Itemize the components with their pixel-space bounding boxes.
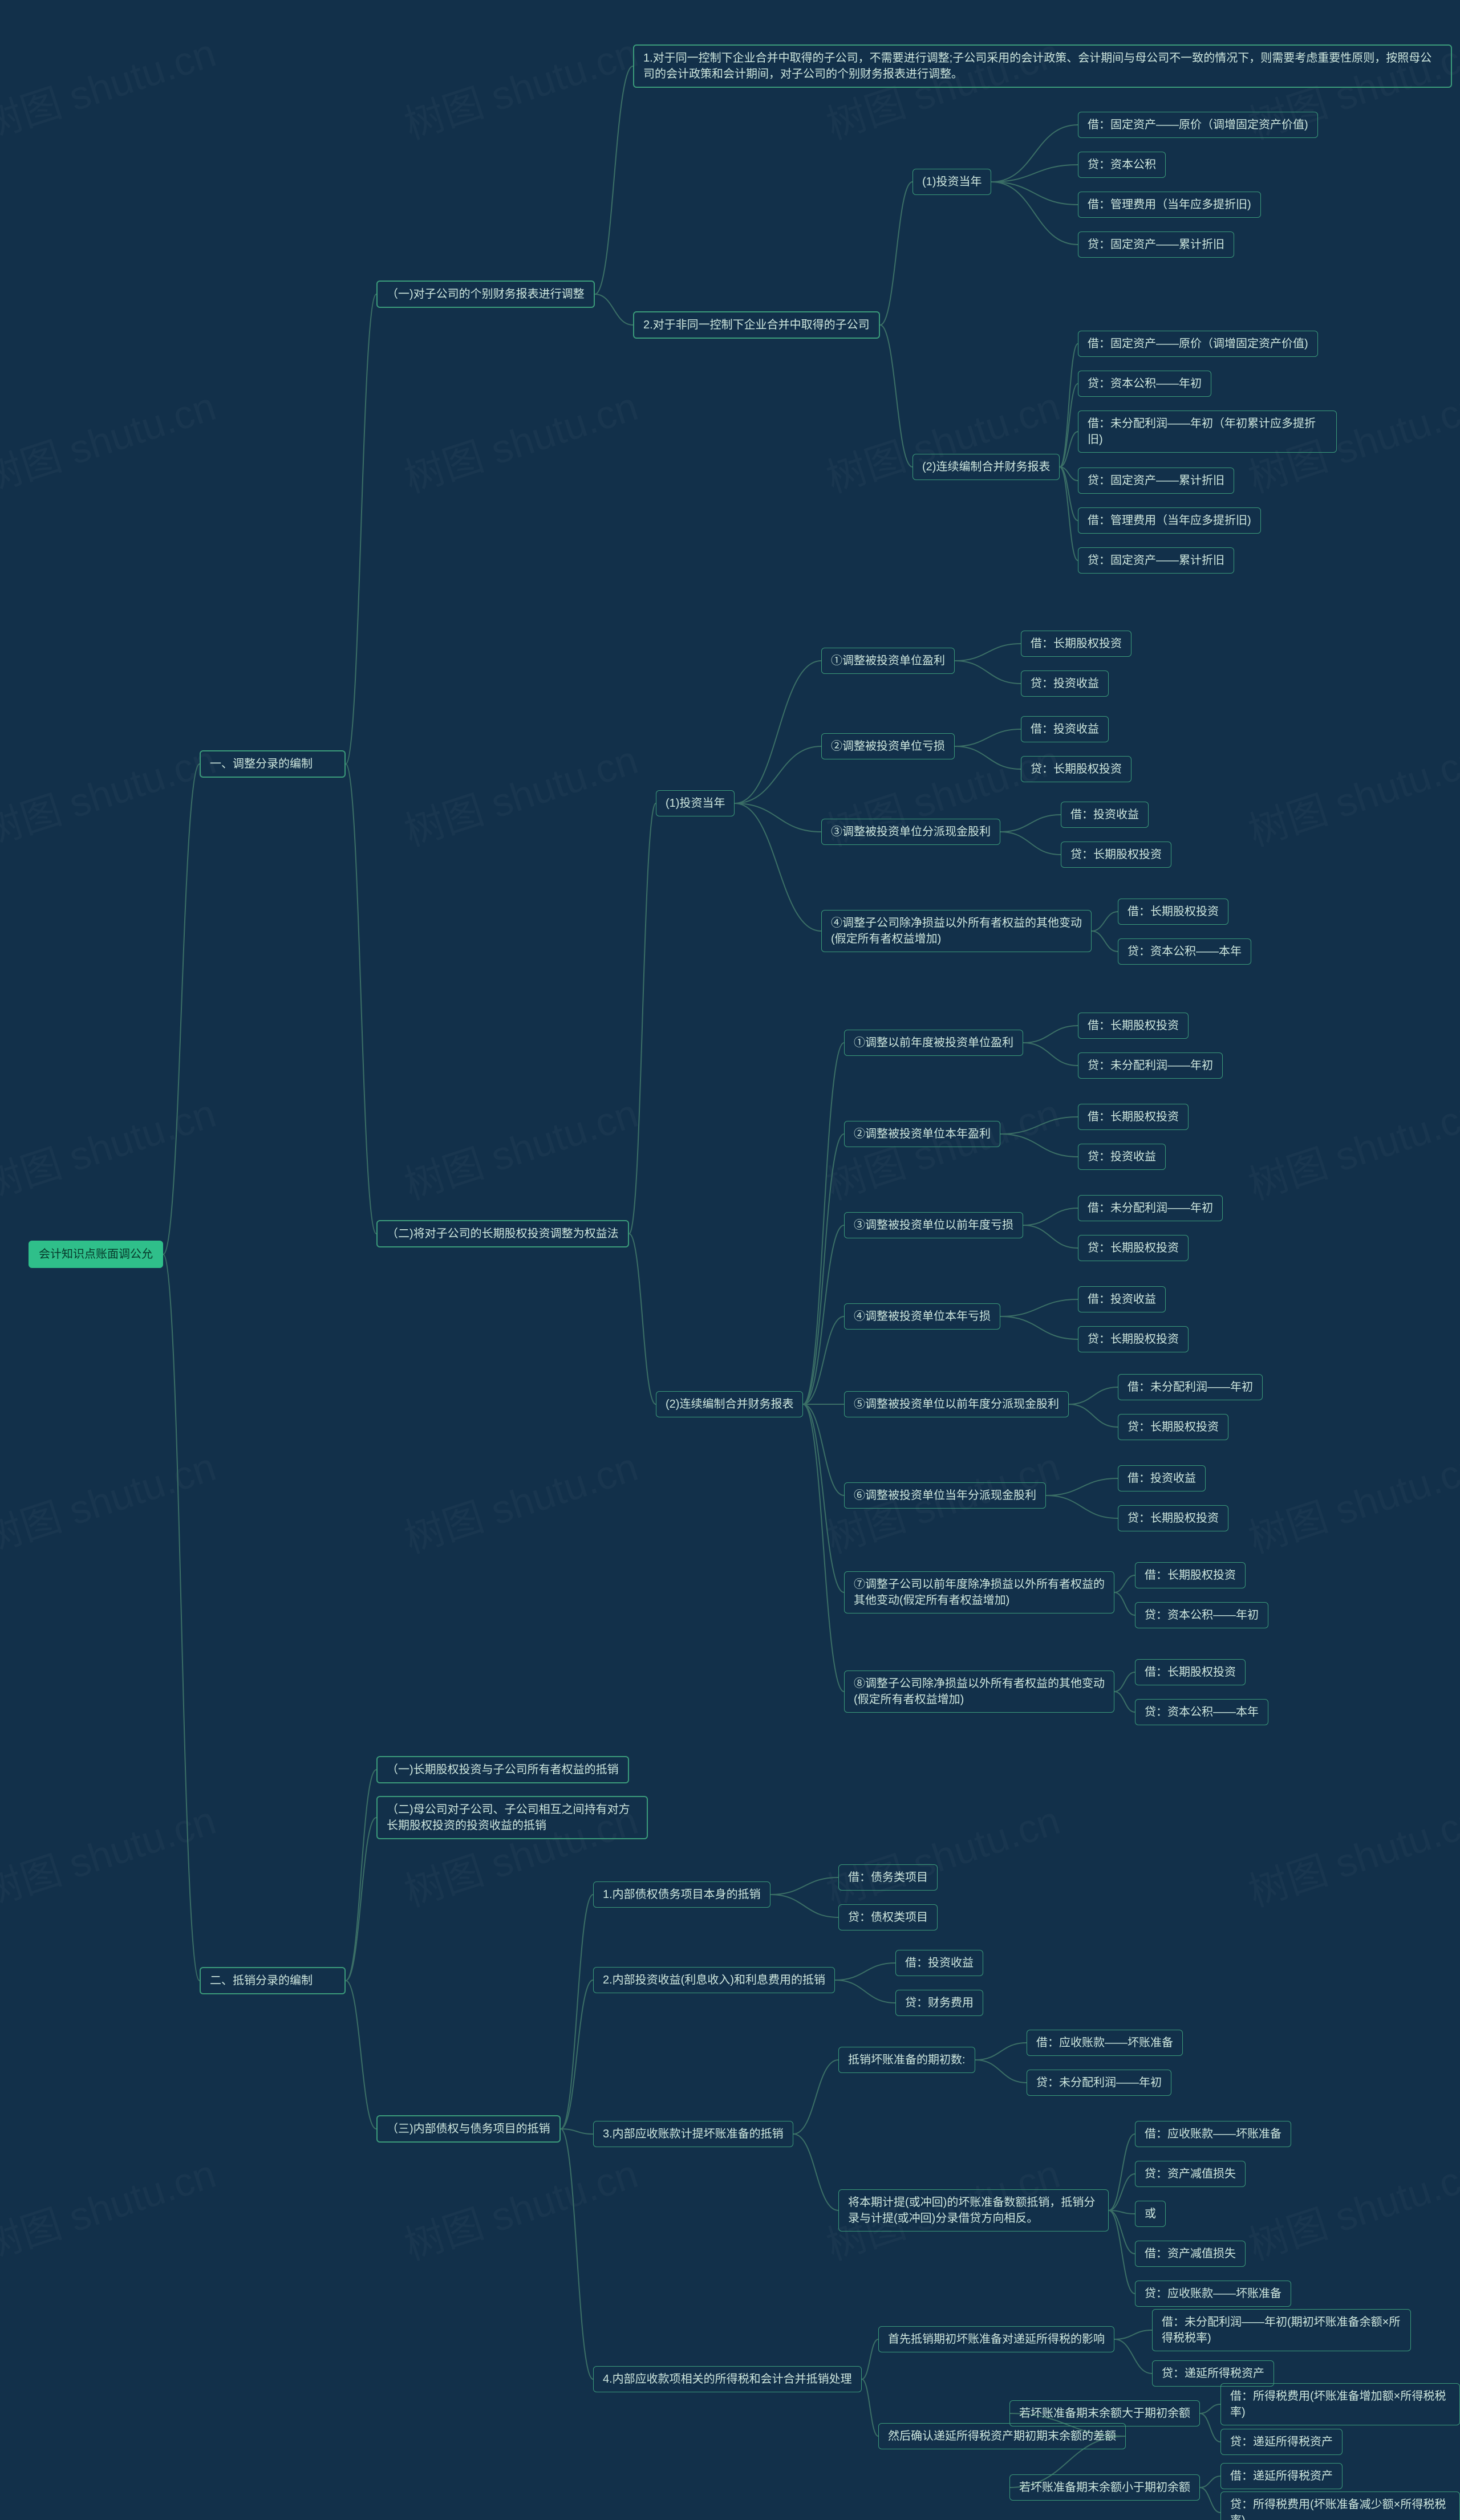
s1-a1-label: 1.对于同一控制下企业合并中取得的子公司，不需要进行调整;子公司采用的会计政策、…	[643, 52, 1431, 80]
s1-a1: 1.对于同一控制下企业合并中取得的子公司，不需要进行调整;子公司采用的会计政策、…	[633, 44, 1452, 88]
s1-b2-6b: 贷：长期股权投资	[1118, 1505, 1228, 1531]
s1-b1-2: ②调整被投资单位亏损	[821, 733, 955, 759]
s1-a2-1a: 借：固定资产——原价（调增固定资产价值)	[1078, 112, 1318, 138]
s2-c2b: 贷：财务费用	[895, 1990, 983, 2016]
s2-c3-1: 抵销坏账准备的期初数:	[838, 2047, 975, 2073]
s2-c2a: 借：投资收益	[895, 1950, 983, 1976]
s1-b2: (2)连续编制合并财务报表	[656, 1391, 803, 1417]
s1-b2-8: ⑧调整子公司除净损益以外所有者权益的其他变动(假定所有者权益增加)	[844, 1670, 1114, 1713]
s2-c4-2-2a: 借：递延所得税资产	[1220, 2463, 1343, 2489]
s2-c4-2-1: 若坏账准备期末余额大于期初余额	[1009, 2400, 1200, 2426]
s2-c3-2e: 贷：应收账款——坏账准备	[1135, 2281, 1291, 2307]
s1-a2-2: (2)连续编制合并财务报表	[912, 454, 1060, 480]
s1-b-label: （二)将对子公司的长期股权投资调整为权益法	[387, 1228, 619, 1240]
section-1-label: 一、调整分录的编制	[210, 758, 313, 770]
s2-c3: 3.内部应收账款计提坏账准备的抵销	[593, 2121, 793, 2147]
s1-a2-1b: 贷：资本公积	[1078, 152, 1166, 178]
s1-a2-1c: 借：管理费用（当年应多提折旧)	[1078, 192, 1261, 218]
s2-c4-1: 首先抵销期初坏账准备对递延所得税的影响	[878, 2326, 1114, 2352]
s1-a2-2f: 贷：固定资产——累计折旧	[1078, 547, 1234, 574]
s2-c4: 4.内部应收款项相关的所得税和会计合并抵销处理	[593, 2366, 862, 2392]
s1-a2-2e: 借：管理费用（当年应多提折旧)	[1078, 507, 1261, 534]
section-2: 二、抵销分录的编制	[200, 1967, 346, 1994]
s1-b1-4: ④调整子公司除净损益以外所有者权益的其他变动(假定所有者权益增加)	[821, 910, 1092, 952]
s1-b2-4b: 贷：长期股权投资	[1078, 1326, 1189, 1352]
s2-c1a: 借：债务类项目	[838, 1864, 938, 1891]
s2-c4-2-2b: 贷：所得税费用(坏账准备减少额×所得税税率)	[1220, 2491, 1460, 2520]
s2-c: （三)内部债权与债务项目的抵销	[376, 2115, 561, 2143]
s1-b2-1b: 贷：未分配利润——年初	[1078, 1052, 1223, 1079]
s1-b2-8a: 借：长期股权投资	[1135, 1659, 1246, 1685]
s1-a2-2b: 贷：资本公积——年初	[1078, 371, 1211, 397]
s2-c4-2-1a: 借：所得税费用(坏账准备增加额×所得税税率)	[1220, 2383, 1460, 2425]
s1-b1-4a: 借：长期股权投资	[1118, 899, 1228, 925]
s1-b2-7a: 借：长期股权投资	[1135, 1562, 1246, 1588]
s1-b2-5: ⑤调整被投资单位以前年度分派现金股利	[844, 1391, 1069, 1417]
s1-b2-8b: 贷：资本公积——本年	[1135, 1699, 1268, 1725]
s1-b: （二)将对子公司的长期股权投资调整为权益法	[376, 1220, 629, 1247]
s2-a: （一)长期股权投资与子公司所有者权益的抵销	[376, 1756, 629, 1783]
s1-b1-2a: 借：投资收益	[1021, 716, 1109, 742]
s1-b1: (1)投资当年	[656, 790, 735, 816]
s1-b2-3: ③调整被投资单位以前年度亏损	[844, 1212, 1023, 1238]
s1-b1-3: ③调整被投资单位分派现金股利	[821, 819, 1000, 845]
s1-b2-5b: 贷：长期股权投资	[1118, 1414, 1228, 1440]
s1-b2-3b: 贷：长期股权投资	[1078, 1235, 1189, 1261]
s1-a2-1-label: (1)投资当年	[922, 176, 982, 188]
section-2-label: 二、抵销分录的编制	[210, 1974, 313, 1987]
s1-b2-7: ⑦调整子公司以前年度除净损益以外所有者权益的其他变动(假定所有者权益增加)	[844, 1571, 1114, 1613]
s1-b2-3a: 借：未分配利润——年初	[1078, 1195, 1223, 1221]
s2-c3-2d: 借：资产减值损失	[1135, 2241, 1246, 2267]
s1-b2-6: ⑥调整被投资单位当年分派现金股利	[844, 1482, 1046, 1509]
s1-b1-2b: 贷：长期股权投资	[1021, 756, 1132, 782]
s1-b1-1: ①调整被投资单位盈利	[821, 648, 955, 674]
s1-b2-4: ④调整被投资单位本年亏损	[844, 1303, 1000, 1330]
s2-c3-1b: 贷：未分配利润——年初	[1027, 2070, 1171, 2096]
s1-b1-4b: 贷：资本公积——本年	[1118, 938, 1251, 965]
s1-b2-1: ①调整以前年度被投资单位盈利	[844, 1030, 1023, 1056]
section-1: 一、调整分录的编制	[200, 750, 346, 778]
s1-a2-1d: 贷：固定资产——累计折旧	[1078, 231, 1234, 258]
s2-c3-1a: 借：应收账款——坏账准备	[1027, 2030, 1183, 2056]
s1-a2-2d: 贷：固定资产——累计折旧	[1078, 468, 1234, 494]
s2-c1: 1.内部债权债务项目本身的抵销	[593, 1881, 770, 1908]
s2-c4-2-1b: 贷：递延所得税资产	[1220, 2429, 1343, 2455]
s2-c1b: 贷：债权类项目	[838, 1904, 938, 1930]
s1-b1-1b: 贷：投资收益	[1021, 670, 1109, 697]
s1-b1-3a: 借：投资收益	[1061, 802, 1149, 828]
s2-c3-2c: 或	[1135, 2201, 1166, 2227]
root-label: 会计知识点账面调公允	[39, 1248, 153, 1261]
s1-b2-7b: 贷：资本公积——年初	[1135, 1602, 1268, 1628]
s2-c3-2: 将本期计提(或冲回)的坏账准备数额抵销，抵销分录与计提(或冲回)分录借贷方向相反…	[838, 2189, 1109, 2232]
s1-a2: 2.对于非同一控制下企业合并中取得的子公司	[633, 311, 880, 339]
s1-b2-2: ②调整被投资单位本年盈利	[844, 1121, 1000, 1147]
s1-b2-6a: 借：投资收益	[1118, 1465, 1206, 1491]
s2-b: （二)母公司对子公司、子公司相互之间持有对方长期股权投资的投资收益的抵销	[376, 1796, 648, 1839]
s2-c3-2a: 借：应收账款——坏账准备	[1135, 2121, 1291, 2147]
s1-a2-2-label: (2)连续编制合并财务报表	[922, 461, 1050, 473]
s1-a: （一)对子公司的个别财务报表进行调整	[376, 281, 595, 308]
s2-c4-2: 然后确认递延所得税资产期初期末余额的差额	[878, 2423, 1126, 2449]
s1-b2-5a: 借：未分配利润——年初	[1118, 1374, 1263, 1400]
s1-a2-label: 2.对于非同一控制下企业合并中取得的子公司	[643, 319, 870, 331]
s2-c3-2b: 贷：资产减值损失	[1135, 2161, 1246, 2187]
s1-b2-1a: 借：长期股权投资	[1078, 1013, 1189, 1039]
s1-b1-3b: 贷：长期股权投资	[1061, 842, 1171, 868]
s2-c2: 2.内部投资收益(利息收入)和利息费用的抵销	[593, 1967, 835, 1993]
s1-b2-2a: 借：长期股权投资	[1078, 1104, 1189, 1130]
s2-c4-2-2: 若坏账准备期末余额小于期初余额	[1009, 2474, 1200, 2501]
s1-a2-2c: 借：未分配利润——年初（年初累计应多提折旧)	[1078, 410, 1337, 453]
s1-b2-2b: 贷：投资收益	[1078, 1144, 1166, 1170]
s2-c4-1a: 借：未分配利润——年初(期初坏账准备余额×所得税税率)	[1152, 2309, 1411, 2351]
s1-b2-4a: 借：投资收益	[1078, 1286, 1166, 1312]
s1-a-label: （一)对子公司的个别财务报表进行调整	[387, 288, 585, 300]
s1-a2-1: (1)投资当年	[912, 169, 991, 195]
s1-b1-1a: 借：长期股权投资	[1021, 631, 1132, 657]
s1-a2-2a: 借：固定资产——原价（调增固定资产价值)	[1078, 331, 1318, 357]
root-node: 会计知识点账面调公允	[29, 1241, 163, 1268]
